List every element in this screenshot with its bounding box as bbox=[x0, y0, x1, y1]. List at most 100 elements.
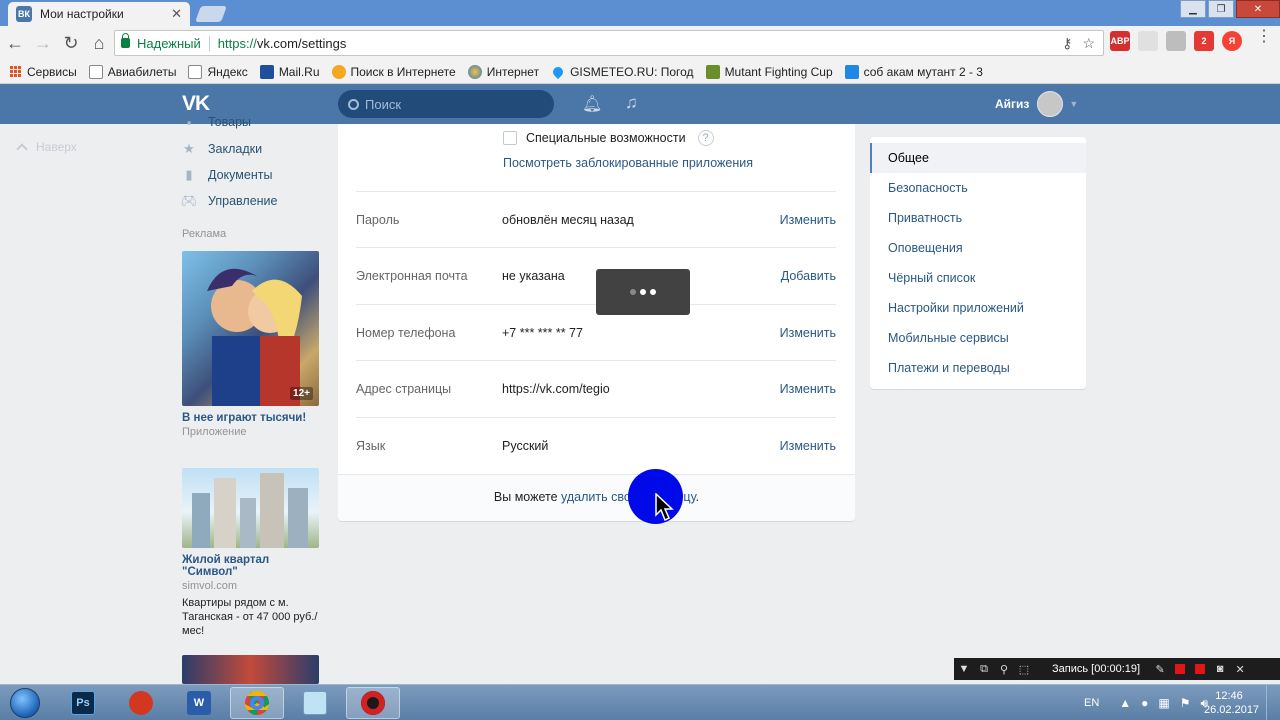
bookmark-internet[interactable]: Интернет bbox=[467, 64, 539, 79]
new-tab-button[interactable] bbox=[195, 6, 227, 22]
pen-icon[interactable]: ✎ bbox=[1150, 663, 1170, 676]
vk-search-box[interactable] bbox=[338, 90, 554, 118]
vk-logo[interactable]: VK bbox=[182, 92, 210, 116]
bookmark-label: Mail.Ru bbox=[278, 64, 320, 79]
window-icon[interactable]: ⧉ bbox=[974, 663, 994, 676]
extension-icon[interactable] bbox=[1138, 31, 1158, 51]
settings-nav-apps[interactable]: Настройки приложений bbox=[870, 293, 1086, 323]
tab-close-icon[interactable]: ✕ bbox=[171, 6, 182, 22]
change-password-link[interactable]: Изменить bbox=[780, 213, 836, 227]
settings-nav-blacklist[interactable]: Чёрный список bbox=[870, 263, 1086, 293]
add-email-link[interactable]: Добавить bbox=[781, 269, 836, 283]
minimize-button[interactable]: ▁ bbox=[1180, 0, 1206, 18]
ad-image[interactable] bbox=[182, 468, 319, 548]
vk-search-input[interactable] bbox=[365, 96, 535, 112]
bookmark-gismeteo[interactable]: GISMETEO.RU: Погод bbox=[550, 64, 694, 79]
vk-favicon-icon: ВК bbox=[16, 6, 32, 22]
special-features-checkbox[interactable] bbox=[503, 131, 517, 145]
ad-title[interactable]: В нее играют тысячи! bbox=[182, 412, 320, 424]
start-button[interactable] bbox=[6, 685, 44, 720]
flag-icon[interactable]: ⚑ bbox=[1180, 696, 1191, 710]
ad-block-third[interactable] bbox=[182, 655, 320, 684]
sidebar-item-documents[interactable]: ▮ Документы bbox=[182, 162, 278, 188]
settings-nav-mobile[interactable]: Мобильные сервисы bbox=[870, 323, 1086, 353]
taskbar-ccleaner[interactable] bbox=[114, 687, 168, 719]
language-indicator[interactable]: EN bbox=[1084, 697, 1099, 709]
show-desktop-button[interactable] bbox=[1266, 685, 1280, 720]
bookmark-search[interactable]: Поиск в Интернете bbox=[331, 64, 456, 79]
ad-title[interactable]: Жилой квартал "Символ" bbox=[182, 554, 320, 578]
zoom-icon[interactable]: ⚲ bbox=[994, 663, 1014, 676]
delete-page-footer: Вы можете удалить свою страницу. bbox=[338, 474, 855, 521]
extension-gray-icon[interactable] bbox=[1166, 31, 1186, 51]
dropdown-icon[interactable]: ▼ bbox=[954, 663, 974, 675]
sidebar-item-bookmarks[interactable]: ★ Закладки bbox=[182, 136, 278, 162]
back-to-top-button[interactable]: Наверх bbox=[16, 140, 77, 155]
taskbar-word[interactable]: W bbox=[172, 687, 226, 719]
browser-tab[interactable]: ВК Мои настройки ✕ bbox=[8, 2, 190, 26]
tray-expand-icon[interactable]: ▲ bbox=[1119, 696, 1131, 710]
loading-dot bbox=[630, 289, 636, 295]
taskbar-chrome[interactable] bbox=[230, 687, 284, 719]
taskbar-photoshop[interactable]: Ps bbox=[56, 687, 110, 719]
clock[interactable]: 12:46 26.02.2017 bbox=[1204, 689, 1259, 717]
tray-app-icon[interactable]: ● bbox=[1141, 696, 1148, 710]
url-path: vk.com/settings bbox=[256, 35, 347, 51]
settings-nav-security[interactable]: Безопасность bbox=[870, 173, 1086, 203]
bookmark-search-mutant[interactable]: соб акам мутант 2 - 3 bbox=[844, 64, 983, 79]
settings-nav-notifications[interactable]: Оповещения bbox=[870, 233, 1086, 263]
maximize-button[interactable]: ❐ bbox=[1208, 0, 1234, 18]
music-icon[interactable]: ♫ bbox=[625, 93, 638, 113]
window-close-button[interactable]: ✕ bbox=[1236, 0, 1280, 18]
bookmark-mutant[interactable]: Mutant Fighting Cup bbox=[705, 64, 833, 79]
settings-nav-general[interactable]: Общее bbox=[870, 143, 1086, 173]
notepad-icon bbox=[303, 691, 327, 715]
pause-icon[interactable] bbox=[1175, 664, 1186, 674]
taskbar-recorder[interactable] bbox=[346, 687, 400, 719]
word-icon: W bbox=[187, 691, 211, 715]
bookmark-avia[interactable]: Авиабилеты bbox=[88, 64, 176, 79]
row-label: Пароль bbox=[356, 212, 400, 227]
change-phone-link[interactable]: Изменить bbox=[780, 326, 836, 340]
change-language-link[interactable]: Изменить bbox=[780, 439, 836, 453]
adblock-icon[interactable]: ABP bbox=[1110, 31, 1130, 51]
forward-arrow-icon[interactable]: → bbox=[30, 30, 56, 56]
bookmark-mailru[interactable]: Mail.Ru bbox=[259, 64, 320, 79]
sidebar-item-management[interactable]: 🎮︎ Управление bbox=[181, 188, 278, 214]
bookmark-star-icon[interactable]: ☆ bbox=[1082, 35, 1095, 52]
ad-image[interactable] bbox=[182, 655, 319, 684]
camera-icon[interactable]: ◙ bbox=[1210, 663, 1230, 675]
settings-nav-payments[interactable]: Платежи и переводы bbox=[870, 353, 1086, 383]
address-bar[interactable]: Надежный https://vk.com/settings ⚷ ☆ bbox=[114, 30, 1104, 56]
settings-nav-privacy[interactable]: Приватность bbox=[870, 203, 1086, 233]
blocked-apps-link[interactable]: Посмотреть заблокированные приложения bbox=[503, 156, 753, 170]
network-icon[interactable]: ▦ bbox=[1158, 696, 1169, 710]
ad-block-housing[interactable]: Жилой квартал "Символ" simvol.com Кварти… bbox=[182, 468, 320, 638]
yandex-icon[interactable]: Я bbox=[1222, 31, 1242, 51]
document-icon: ▮ bbox=[185, 167, 193, 182]
url-scheme: https:// bbox=[217, 35, 257, 51]
opera-icon[interactable]: 2 bbox=[1194, 31, 1214, 51]
bell-icon[interactable]: 🔔︎ bbox=[582, 94, 602, 113]
bookmark-yandex[interactable]: Яндекс bbox=[188, 64, 248, 79]
ad-image[interactable]: 12+ bbox=[182, 251, 319, 406]
help-icon[interactable]: ? bbox=[697, 130, 714, 146]
stop-icon[interactable] bbox=[1195, 664, 1206, 674]
clock-time: 12:46 bbox=[1215, 690, 1243, 702]
home-icon[interactable]: ⌂ bbox=[86, 30, 112, 56]
special-features-label[interactable]: Специальные возможности bbox=[526, 131, 686, 145]
user-menu[interactable]: Айгиз ▼ bbox=[995, 91, 1078, 117]
bookmark-services[interactable]: Сервисы bbox=[10, 65, 77, 79]
settings-row-address: Адрес страницы https://vk.com/tegio Изме… bbox=[356, 360, 836, 416]
change-address-link[interactable]: Изменить bbox=[780, 382, 836, 396]
back-arrow-icon[interactable]: ← bbox=[2, 30, 28, 56]
browser-tabstrip: ВК Мои настройки ✕ ▁ ❐ ✕ bbox=[0, 0, 1280, 26]
key-icon[interactable]: ⚷ bbox=[1062, 35, 1072, 52]
region-icon[interactable]: ⬚ bbox=[1014, 663, 1034, 676]
chrome-menu-icon[interactable]: ⋮ bbox=[1256, 29, 1272, 45]
ad-block-game[interactable]: 12+ В нее играют тысячи! Приложение bbox=[182, 251, 320, 438]
reload-icon[interactable]: ↻ bbox=[58, 30, 84, 56]
avatar bbox=[1037, 91, 1064, 117]
taskbar-notepad[interactable] bbox=[288, 687, 342, 719]
close-icon[interactable]: ✕ bbox=[1230, 663, 1250, 676]
